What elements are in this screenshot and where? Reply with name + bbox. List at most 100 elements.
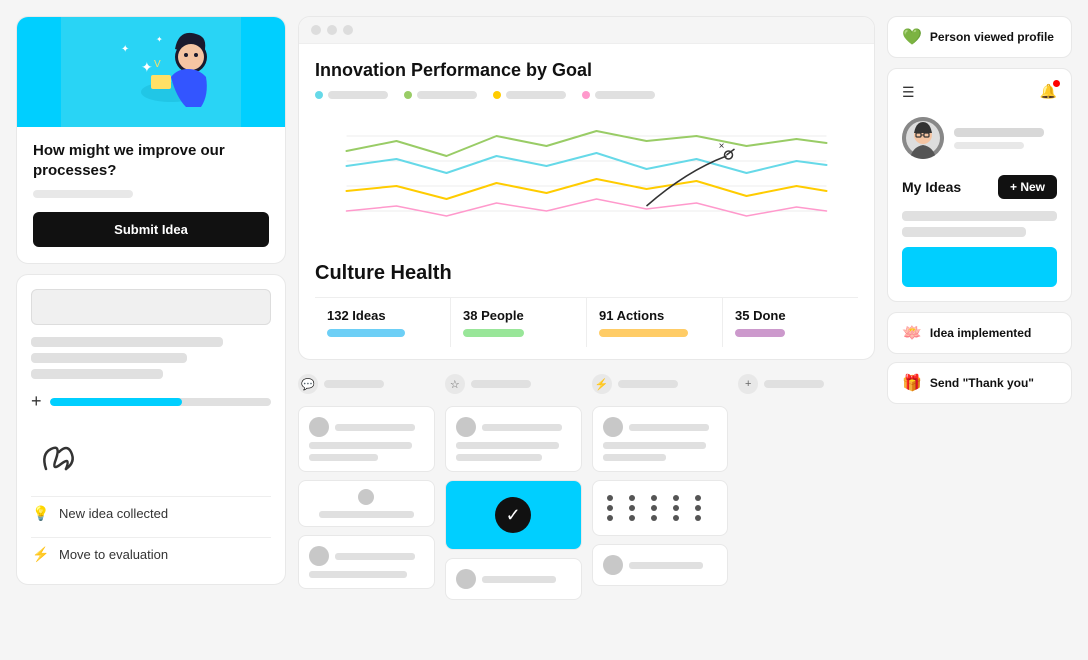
legend-line-1 bbox=[328, 91, 388, 99]
mini-line-1a2 bbox=[309, 442, 412, 449]
mini-card-1a[interactable] bbox=[298, 406, 435, 472]
person-viewed-notification: 💚 Person viewed profile bbox=[887, 16, 1072, 58]
mini-card-1a-header bbox=[309, 417, 424, 437]
new-idea-text: New idea collected bbox=[59, 506, 168, 521]
avatar-1a bbox=[309, 417, 329, 437]
mini-card-2c-header bbox=[456, 569, 571, 589]
illustration-svg: ✦ ✦ ✦ V bbox=[61, 17, 241, 127]
stat-people-bar bbox=[463, 329, 524, 337]
main-container: ✦ ✦ ✦ V How might we improve our process… bbox=[0, 0, 1088, 660]
move-evaluation-notification: ⚡ Move to evaluation bbox=[31, 537, 271, 570]
legend-item-3 bbox=[493, 91, 566, 99]
submit-idea-button[interactable]: Submit Idea bbox=[33, 212, 269, 247]
text-line-1 bbox=[31, 337, 223, 347]
hamburger-icon[interactable]: ☰ bbox=[902, 84, 915, 101]
bell-badge bbox=[1053, 80, 1060, 87]
dot-4 bbox=[673, 495, 679, 501]
avatar-3a bbox=[603, 417, 623, 437]
thank-you-card[interactable]: 🎁 Send "Thank you" bbox=[887, 362, 1072, 404]
bulb-icon: 💡 bbox=[31, 503, 51, 523]
mini-card-3b[interactable] bbox=[592, 480, 729, 536]
mini-card-2b-selected[interactable]: ✓ bbox=[445, 480, 582, 550]
mini-card-2c[interactable] bbox=[445, 558, 582, 600]
legend-dot-2 bbox=[404, 91, 412, 99]
stat-actions-bar bbox=[599, 329, 688, 337]
progress-fill bbox=[50, 398, 183, 406]
thank-you-icon: 🎁 bbox=[902, 373, 922, 393]
comment-icon: 💬 bbox=[298, 374, 318, 394]
stat-done-label: 35 Done bbox=[735, 308, 846, 323]
svg-text:✦: ✦ bbox=[156, 35, 163, 44]
stats-row: 132 Ideas 38 People 91 Actions 35 Done bbox=[315, 297, 858, 347]
legend-line-4 bbox=[595, 91, 655, 99]
mini-line-1b bbox=[319, 511, 414, 518]
new-idea-notification: 💡 New idea collected bbox=[31, 496, 271, 529]
stat-ideas-label: 132 Ideas bbox=[327, 308, 438, 323]
user-avatar bbox=[902, 117, 944, 159]
cat-spacer bbox=[738, 406, 875, 644]
legend-item-4 bbox=[582, 91, 655, 99]
mini-card-3c[interactable] bbox=[592, 544, 729, 586]
cat-header-comments: 💬 bbox=[298, 370, 435, 398]
legend-dot-1 bbox=[315, 91, 323, 99]
plus-icon: + bbox=[31, 391, 42, 412]
dot-10 bbox=[695, 505, 701, 511]
svg-text:✦: ✦ bbox=[121, 44, 129, 55]
stat-actions: 91 Actions bbox=[587, 298, 723, 347]
category-col-lightning: ⚡ bbox=[592, 370, 729, 644]
star-icon: ☆ bbox=[445, 374, 465, 394]
dot-15 bbox=[695, 515, 701, 521]
left-panel: ✦ ✦ ✦ V How might we improve our process… bbox=[16, 16, 286, 644]
mini-card-1c-header bbox=[309, 546, 424, 566]
mini-card-3a[interactable] bbox=[592, 406, 729, 472]
avatar-3c bbox=[603, 555, 623, 575]
mini-card-1c[interactable] bbox=[298, 535, 435, 589]
legend-item-2 bbox=[404, 91, 477, 99]
avatar-1c bbox=[309, 546, 329, 566]
stat-ideas-bar bbox=[327, 329, 405, 337]
new-idea-button[interactable]: New bbox=[998, 175, 1057, 199]
profile-role-line bbox=[954, 142, 1024, 149]
stat-done-bar bbox=[735, 329, 785, 337]
idea-card-title: How might we improve our processes? bbox=[33, 141, 269, 180]
right-panel: 💚 Person viewed profile ☰ 🔔 bbox=[887, 16, 1072, 644]
idea-implemented-icon: 🪷 bbox=[902, 323, 922, 343]
scribble-area bbox=[31, 420, 271, 488]
bell-container: 🔔 bbox=[1040, 83, 1057, 101]
mini-card-2a[interactable] bbox=[445, 406, 582, 472]
category-col-comments: 💬 bbox=[298, 370, 435, 644]
mini-card-1b[interactable] bbox=[298, 480, 435, 527]
window-dot-1 bbox=[311, 25, 321, 35]
svg-text:✦: ✦ bbox=[141, 59, 153, 75]
text-input-placeholder[interactable] bbox=[31, 289, 271, 325]
mini-line-1a3 bbox=[309, 454, 378, 461]
cat-label-3 bbox=[618, 380, 678, 388]
dot-7 bbox=[629, 505, 635, 511]
idea-card-bar bbox=[33, 190, 133, 198]
mini-line-1c2 bbox=[309, 571, 407, 578]
idea-implemented-card[interactable]: 🪷 Idea implemented bbox=[887, 312, 1072, 354]
heart-green-icon: 💚 bbox=[902, 27, 922, 47]
legend-line-2 bbox=[417, 91, 477, 99]
checkmark-circle: ✓ bbox=[495, 497, 531, 533]
dot-3 bbox=[651, 495, 657, 501]
cat-label-1 bbox=[324, 380, 384, 388]
legend-dot-4 bbox=[582, 91, 590, 99]
dot-11 bbox=[607, 515, 613, 521]
mini-line-2a2 bbox=[456, 442, 559, 449]
text-line-2 bbox=[31, 353, 187, 363]
idea-line-2 bbox=[902, 227, 1026, 237]
thank-you-text: Send "Thank you" bbox=[930, 376, 1034, 390]
dot-13 bbox=[651, 515, 657, 521]
center-panel: Innovation Performance by Goal bbox=[298, 16, 875, 644]
mini-line-3a3 bbox=[603, 454, 666, 461]
idea-line-1 bbox=[902, 211, 1057, 221]
scribble-svg bbox=[31, 424, 91, 484]
category-col-plus: + bbox=[738, 370, 875, 644]
mini-line-3a bbox=[629, 424, 709, 431]
idea-implemented-text: Idea implemented bbox=[930, 326, 1031, 340]
category-col-favorites: ☆ ✓ bbox=[445, 370, 582, 644]
dot-9 bbox=[673, 505, 679, 511]
mini-line-2a bbox=[482, 424, 562, 431]
chart-card: Innovation Performance by Goal bbox=[298, 16, 875, 360]
